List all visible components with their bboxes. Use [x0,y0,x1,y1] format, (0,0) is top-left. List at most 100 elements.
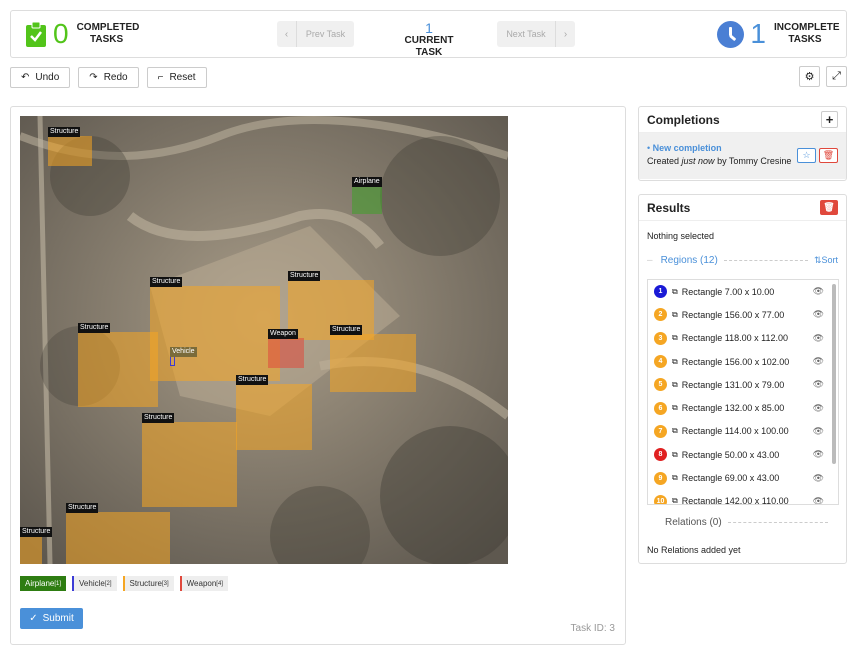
next-task-button[interactable]: Next Task › [497,21,575,47]
relations-header[interactable]: Relations (0) [647,517,828,528]
prev-task-button[interactable]: ‹ Prev Task [277,21,354,47]
undo-button[interactable]: ↶ Undo [10,67,71,88]
region-list-item[interactable]: 6 ⧉ Rectangle 132.00 x 85.00 👁 [648,396,838,419]
region-label: Weapon [268,329,298,339]
region-list-item[interactable]: 1 ⧉ Rectangle 7.00 x 10.00 👁 [648,280,838,303]
regions-label: Regions (12) [660,254,718,266]
rectangle-icon: ⧉ [672,449,678,459]
rectangle-icon: ⧉ [672,333,678,343]
region-description: Rectangle 142.00 x 110.00 [681,496,789,505]
star-button[interactable]: ☆ [797,148,816,163]
undo-icon: ↶ [21,72,30,83]
region-airplane[interactable] [352,186,382,214]
rectangle-icon: ⧉ [672,426,678,436]
region-label: Structure [66,503,99,513]
chevron-right-icon: › [555,21,575,47]
region-structure[interactable] [78,332,158,407]
labeling-area: Structure Airplane Structure Structure Struc… [10,106,626,645]
settings-button[interactable]: ⚙ [799,66,820,87]
chevron-left-icon: ‹ [277,21,297,47]
region-label: Structure [48,127,81,137]
region-structure[interactable] [48,136,92,166]
region-number-badge: 3 [654,331,667,345]
region-list-item[interactable]: 9 ⧉ Rectangle 69.00 x 43.00 👁 [648,466,838,489]
redo-icon: ↷ [89,72,98,83]
region-list-item[interactable]: 7 ⧉ Rectangle 114.00 x 100.00 👁 [648,420,838,443]
task-status-bar: 0 COMPLETED TASKS ‹ Prev Task 1 CURRENT … [10,10,847,58]
region-description: Rectangle 69.00 x 43.00 [681,473,780,484]
clipboard-check-icon [26,21,46,47]
region-list-item[interactable]: 8 ⧉ Rectangle 50.00 x 43.00 👁 [648,443,838,466]
region-description: Rectangle 118.00 x 112.00 [681,333,788,344]
region-number-badge: 7 [654,424,667,438]
completion-item[interactable]: • New completion Created just now by Tom… [639,133,846,179]
eye-icon[interactable]: 👁 [813,379,824,390]
region-structure[interactable] [330,334,416,392]
rectangle-icon: ⧉ [672,356,678,366]
delete-completion-button[interactable]: 🗑 [819,148,838,163]
region-number-badge: 1 [654,285,667,299]
rectangle-icon: ⧉ [672,496,678,505]
label-legend: Airplane [1] Vehicle [2] Structure [3] Weapon[… [20,576,228,591]
redo-button[interactable]: ↷ Redo [78,67,139,88]
region-structure[interactable] [236,384,312,450]
region-structure[interactable] [150,286,280,381]
sort-button[interactable]: ⇅Sort [814,255,838,266]
dash-icon: – [647,254,653,266]
eye-icon[interactable]: 👁 [813,449,824,460]
region-description: Rectangle 132.00 x 85.00 [681,403,785,414]
submit-button[interactable]: ✓ Submit [20,608,83,629]
eye-icon[interactable]: 👁 [813,333,824,344]
region-description: Rectangle 156.00 x 77.00 [681,309,785,320]
regions-header[interactable]: – Regions (12) ⇅Sort [647,253,838,267]
legend-airplane[interactable]: Airplane [1] [20,576,67,591]
gear-icon: ⚙ [804,71,815,83]
relations-label: Relations (0) [665,517,722,528]
region-list-item[interactable]: 2 ⧉ Rectangle 156.00 x 77.00 👁 [648,303,838,326]
completions-header: Completions + [639,107,846,133]
region-description: Rectangle 131.00 x 79.00 [681,379,785,390]
completions-panel: Completions + • New completion Created j… [638,106,847,181]
region-number-badge: 4 [654,355,667,369]
eye-icon[interactable]: 👁 [813,403,824,414]
rectangle-icon: ⧉ [672,379,678,389]
region-structure[interactable] [66,512,170,564]
region-list-item[interactable]: 3 ⧉ Rectangle 118.00 x 112.00 👁 [648,327,838,350]
add-completion-button[interactable]: + [821,111,838,128]
legend-vehicle[interactable]: Vehicle [2] [72,576,117,591]
bullet-icon: • [647,143,651,153]
region-vehicle[interactable] [170,356,175,366]
current-task-indicator: 1 CURRENT TASK [394,21,464,59]
region-description: Rectangle 7.00 x 10.00 [681,286,775,297]
incomplete-label: INCOMPLETE TASKS [774,22,840,45]
rectangle-icon: ⧉ [672,309,678,319]
task-id: Task ID: 3 [570,623,615,634]
legend-structure[interactable]: Structure [3] [122,576,174,591]
regions-list[interactable]: 1 ⧉ Rectangle 7.00 x 10.00 👁 2 ⧉ Rectangle 156… [647,279,839,505]
aerial-image-canvas[interactable]: Structure Airplane Structure Structure Struc… [20,116,508,564]
delete-all-button[interactable]: 🗑 [820,200,838,215]
plus-icon: + [825,112,834,127]
legend-weapon[interactable]: Weapon [4] [179,576,228,591]
incomplete-tasks-counter: 1 INCOMPLETE TASKS [717,20,840,48]
region-list-item[interactable]: 5 ⧉ Rectangle 131.00 x 79.00 👁 [648,373,838,396]
fullscreen-button[interactable]: ⤢ [826,66,847,87]
eye-icon[interactable]: 👁 [813,356,824,367]
completions-title: Completions [647,112,720,127]
region-label: Structure [330,325,363,335]
eye-icon[interactable]: 👁 [813,496,824,504]
completed-tasks-counter: 0 COMPLETED TASKS [25,20,139,48]
reset-button[interactable]: ⌐ Reset [146,67,207,88]
current-task-number: 1 [425,20,433,36]
reset-icon: ⌐ [157,72,164,83]
region-structure[interactable] [20,536,42,564]
region-list-item[interactable]: 10 ⧉ Rectangle 142.00 x 110.00 👁 [648,490,838,505]
eye-icon[interactable]: 👁 [813,426,824,437]
star-icon: ☆ [802,150,811,160]
eye-icon[interactable]: 👁 [813,473,824,484]
region-structure[interactable] [142,422,237,507]
region-weapon[interactable] [268,338,304,368]
region-list-item[interactable]: 4 ⧉ Rectangle 156.00 x 102.00 👁 [648,350,838,373]
eye-icon[interactable]: 👁 [813,309,824,320]
eye-icon[interactable]: 👁 [813,286,824,297]
